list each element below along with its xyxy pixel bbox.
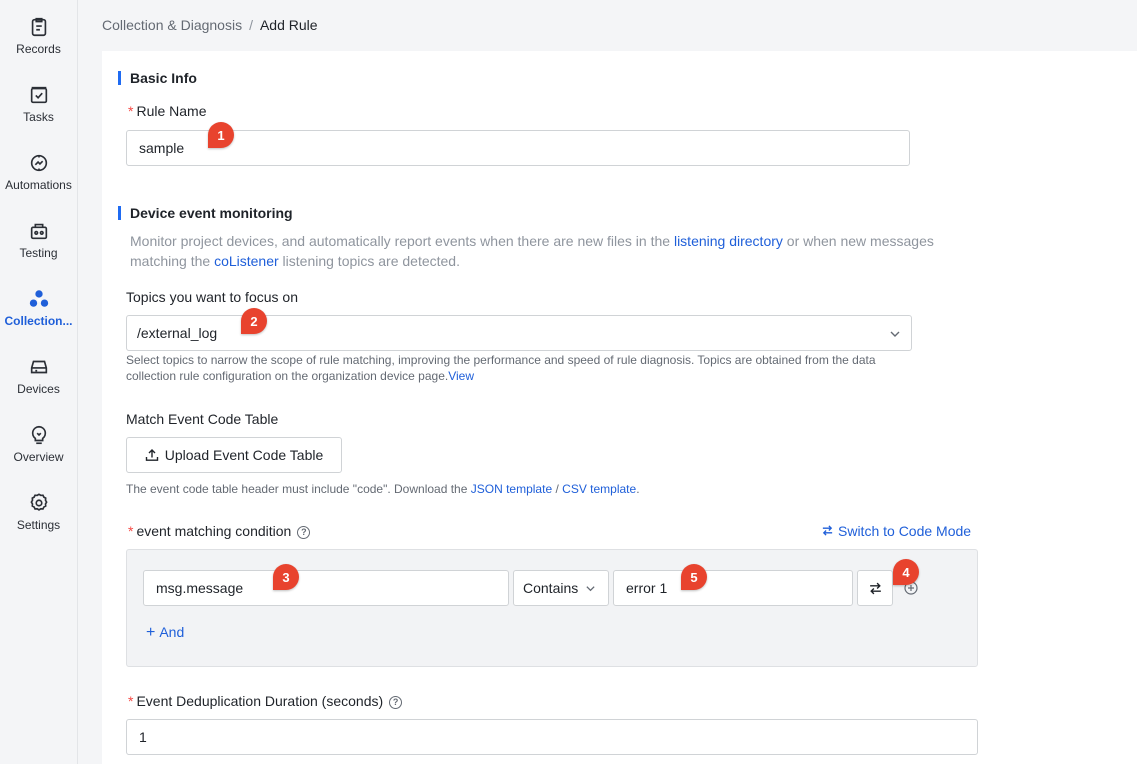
required-mark: * — [128, 523, 134, 539]
breadcrumb: Collection & Diagnosis / Add Rule — [102, 17, 318, 33]
gear-icon — [29, 493, 48, 511]
swap-icon — [822, 525, 833, 536]
monitoring-description: Monitor project devices, and automatical… — [130, 233, 934, 269]
sidebar-item-label: Devices — [17, 382, 60, 396]
csv-template-link[interactable]: CSV template — [562, 482, 636, 496]
sidebar-item-automations[interactable]: Automations — [0, 148, 77, 208]
sidebar-item-devices[interactable]: Devices — [0, 352, 77, 412]
condition-box — [126, 549, 978, 667]
colistener-link[interactable]: coListener — [214, 253, 279, 269]
breadcrumb-separator: / — [249, 17, 253, 33]
help-icon[interactable]: ? — [389, 695, 403, 709]
sidebar-item-testing[interactable]: Testing — [0, 216, 77, 276]
sidebar-item-label: Overview — [13, 450, 64, 464]
device-icon — [30, 360, 47, 374]
condition-field-input[interactable]: msg.message — [143, 570, 509, 606]
required-mark: * — [128, 693, 134, 709]
sidebar-item-records[interactable]: Records — [0, 12, 77, 72]
swap-button[interactable] — [857, 570, 893, 606]
chevron-down-icon — [586, 586, 595, 592]
upload-event-table-button[interactable]: Upload Event Code Table — [126, 437, 342, 473]
breadcrumb-parent[interactable]: Collection & Diagnosis — [102, 17, 242, 33]
sidebar-item-label: Automations — [5, 178, 72, 192]
sidebar-item-label: Records — [16, 42, 61, 56]
sidebar-item-label: Testing — [19, 246, 58, 260]
event-table-hint: The event code table header must include… — [126, 482, 640, 496]
topics-label: Topics you want to focus on — [126, 289, 298, 305]
breadcrumb-current: Add Rule — [259, 17, 318, 33]
annotation-badge-3: 3 — [273, 564, 299, 590]
help-icon[interactable]: ? — [297, 525, 311, 539]
dedup-label: * Event Deduplication Duration (seconds)? — [128, 693, 403, 709]
json-template-link[interactable]: JSON template — [471, 482, 552, 496]
chevron-down-icon — [890, 331, 900, 337]
upload-icon — [145, 449, 158, 461]
sidebar-item-label: Collection... — [4, 314, 73, 328]
add-and-button[interactable]: + And — [146, 624, 184, 642]
sidebar-item-tasks[interactable]: Tasks — [0, 80, 77, 140]
sidebar: Records Tasks Automations Testing Collec… — [0, 0, 78, 764]
sidebar-item-label: Settings — [16, 518, 61, 532]
rule-name-input[interactable]: sample — [126, 130, 910, 166]
collection-icon — [29, 290, 48, 307]
view-link[interactable]: View — [448, 369, 474, 383]
annotation-badge-2: 2 — [241, 308, 267, 334]
condition-operator-select[interactable]: Contains — [513, 570, 609, 606]
plus-icon: + — [146, 624, 156, 641]
annotation-badge-5: 5 — [681, 564, 707, 590]
listening-directory-link[interactable]: listening directory — [674, 233, 783, 249]
switch-code-mode-button[interactable]: Switch to Code Mode — [821, 523, 971, 539]
section-title-monitoring: Device event monitoring — [118, 205, 293, 221]
overview-icon — [31, 425, 46, 445]
condition-label: * event matching condition? — [128, 523, 311, 539]
sidebar-item-overview[interactable]: Overview — [0, 420, 77, 480]
swap-icon — [869, 582, 881, 594]
sidebar-item-settings[interactable]: Settings — [0, 488, 77, 548]
topics-hint: Select topics to narrow the scope of rul… — [126, 353, 876, 383]
annotation-badge-1: 1 — [208, 122, 234, 148]
sidebar-item-label: Tasks — [23, 110, 54, 124]
event-table-label: Match Event Code Table — [126, 411, 279, 427]
task-check-icon — [30, 86, 47, 104]
section-title-basic-info: Basic Info — [118, 70, 197, 86]
annotation-badge-4: 4 — [893, 559, 919, 585]
rule-name-label: * Rule Name — [128, 103, 207, 119]
testing-icon — [30, 223, 47, 240]
clipboard-icon — [31, 17, 46, 37]
sidebar-item-collection[interactable]: Collection... — [0, 284, 77, 344]
dedup-input[interactable]: 1 — [126, 719, 978, 755]
automation-icon — [30, 154, 47, 172]
required-mark: * — [128, 103, 134, 119]
condition-value-input[interactable]: error 1 — [613, 570, 853, 606]
